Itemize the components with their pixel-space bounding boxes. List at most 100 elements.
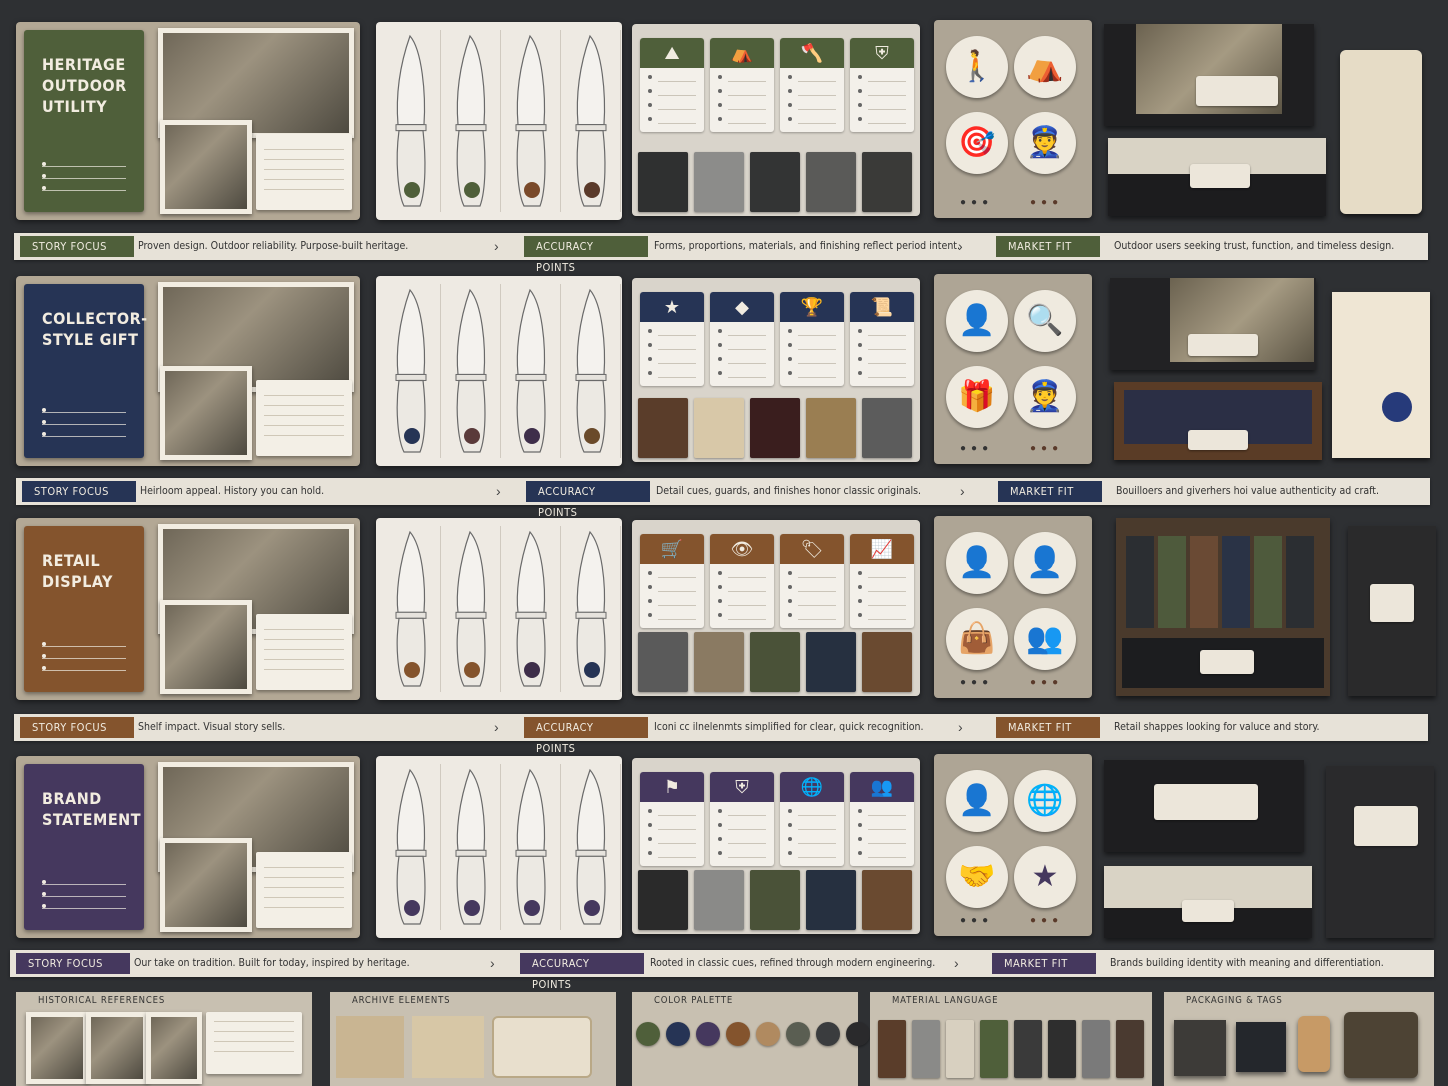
knife-lineup-panel (376, 276, 622, 466)
pagination-dots: ●●● (960, 197, 994, 208)
knife-profile (562, 764, 621, 930)
material-language-card: MATERIAL LANGUAGE (870, 992, 1152, 1086)
accuracy-chips-panel: ★ ◆ 🏆 📜 (632, 278, 920, 462)
pagination-dots: ●●● (1030, 915, 1064, 926)
knife-profile (562, 30, 621, 212)
packaging-box (1174, 1020, 1226, 1076)
bullet-lines (42, 638, 126, 674)
star-icon: ★ (640, 292, 704, 322)
retail-display-case (1116, 518, 1330, 696)
pagination-dots: ●●● (960, 915, 994, 926)
dome-tent-icon: ⛺ (1014, 36, 1076, 98)
knife-lineup-panel (376, 22, 622, 220)
material-sample (980, 1020, 1008, 1078)
market-icons-panel: 👤 🔍 🎁 👮 ●●● ●●● (934, 274, 1092, 464)
feature-chip: 🌐 (780, 772, 844, 866)
knife-profile (562, 526, 621, 692)
handshake-icon: 🤝 (946, 846, 1008, 908)
knife-profile (442, 284, 501, 458)
feature-chip: ★ (640, 292, 704, 386)
material-swatch (750, 398, 800, 458)
knife-profile (442, 30, 501, 212)
brand-box (1104, 760, 1304, 852)
material-language-heading: MATERIAL LANGUAGE (892, 995, 999, 1006)
officer-icon: 👮 (1014, 366, 1076, 428)
notes-card (256, 614, 352, 690)
row-title-card: BRAND STATEMENT (24, 764, 144, 930)
knife-profile (562, 284, 621, 458)
row-title-card: HERITAGE OUTDOOR UTILITY (24, 30, 144, 212)
archive-elements-card: ARCHIVE ELEMENTS (330, 992, 616, 1086)
info-banner: STORY FOCUS Proven design. Outdoor reliab… (14, 233, 1428, 274)
archive-swatch (336, 1016, 404, 1078)
palette-color-dot (726, 1022, 750, 1046)
palette-color-dot (666, 1022, 690, 1046)
feature-chip: 🛒 (640, 534, 704, 628)
shopper-icon: 👤 (1014, 532, 1076, 594)
material-swatch (862, 152, 912, 212)
pagination-dots: ●●● (960, 677, 994, 688)
archive-photo (160, 838, 252, 932)
globe-icon: 🌐 (1014, 770, 1076, 832)
notes-card (256, 134, 352, 210)
material-swatch (694, 152, 744, 212)
gift-icon: 🎁 (946, 366, 1008, 428)
reference-photo (146, 1012, 202, 1084)
material-sample (1048, 1020, 1076, 1078)
market-fit-label: MARKET FIT (996, 236, 1100, 257)
pagination-dots: ●●● (1030, 197, 1064, 208)
material-swatch (694, 398, 744, 458)
bullet-lines (42, 158, 126, 194)
eye-icon: 👁 (710, 534, 774, 564)
brand-journal (1326, 766, 1434, 938)
market-fit-label: MARKET FIT (998, 481, 1102, 502)
row-title-card: RETAIL DISPLAY (24, 526, 144, 692)
chevron-right-icon: › (958, 719, 963, 735)
reference-photo (26, 1012, 88, 1084)
info-banner: STORY FOCUS Shelf impact. Visual story se… (14, 714, 1428, 755)
chevron-right-icon: › (494, 238, 499, 254)
color-palette-heading: COLOR PALETTE (654, 995, 734, 1006)
trophy-icon: 🏆 (780, 292, 844, 322)
feature-chip: ⛺ (710, 38, 774, 132)
accuracy-points-label: ACCURACY POINTS (520, 953, 644, 991)
palette-color-dot (756, 1022, 780, 1046)
accuracy-chips-panel: 🛒 👁 🏷 📈 (632, 520, 920, 696)
material-swatch (694, 870, 744, 930)
market-fit-text: Bouilloers and giverhers hoi value authe… (1116, 485, 1380, 497)
story-focus-label: STORY FOCUS (20, 717, 134, 738)
feature-chip: 🏆 (780, 292, 844, 386)
feature-chip: 📈 (850, 534, 914, 628)
accuracy-points-text: Iconi cc ilnelenmts simplified for clear… (654, 721, 924, 733)
hang-tag (1298, 1016, 1330, 1072)
chevron-right-icon: › (954, 955, 959, 971)
star-icon: ★ (1014, 846, 1076, 908)
market-icons-panel: 👤 👤 👜 👥 ●●● ●●● (934, 516, 1092, 698)
story-focus-label: STORY FOCUS (22, 481, 136, 502)
knife-profile (502, 764, 561, 930)
chevron-right-icon: › (490, 955, 495, 971)
chevron-right-icon: › (960, 483, 965, 499)
knife-lineup-panel (376, 756, 622, 938)
archive-frame (492, 1016, 592, 1078)
accuracy-chips-panel: ⚑ ⛨ 🌐 👥 (632, 758, 920, 934)
flag-icon: ⚑ (640, 772, 704, 802)
certificate (1332, 292, 1430, 458)
story-focus-text: Heirloom appeal. History you can hold. (140, 485, 325, 497)
feature-chip: ⛨ (850, 38, 914, 132)
row-title: HERITAGE OUTDOOR UTILITY (42, 55, 127, 116)
pagination-dots: ●●● (1030, 443, 1064, 454)
knife-profile (382, 764, 441, 930)
color-palette-card: COLOR PALETTE (632, 992, 870, 1086)
market-icons-panel: 🚶 ⛺ 🎯 👮 ●●● ●●● (934, 20, 1092, 218)
mountain-icon: ⛰ (640, 38, 704, 68)
certificate-icon: 📜 (850, 292, 914, 322)
ranger-icon: 👮 (1014, 112, 1076, 174)
feature-chip: ⛨ (710, 772, 774, 866)
story-focus-label: STORY FOCUS (20, 236, 134, 257)
knife-profile (442, 526, 501, 692)
story-panel: COLLECTOR-STYLE GIFT (16, 276, 360, 466)
tent-icon: ⛺ (710, 38, 774, 68)
story-focus-text: Proven design. Outdoor reliability. Purp… (138, 240, 409, 252)
material-swatch (694, 632, 744, 692)
